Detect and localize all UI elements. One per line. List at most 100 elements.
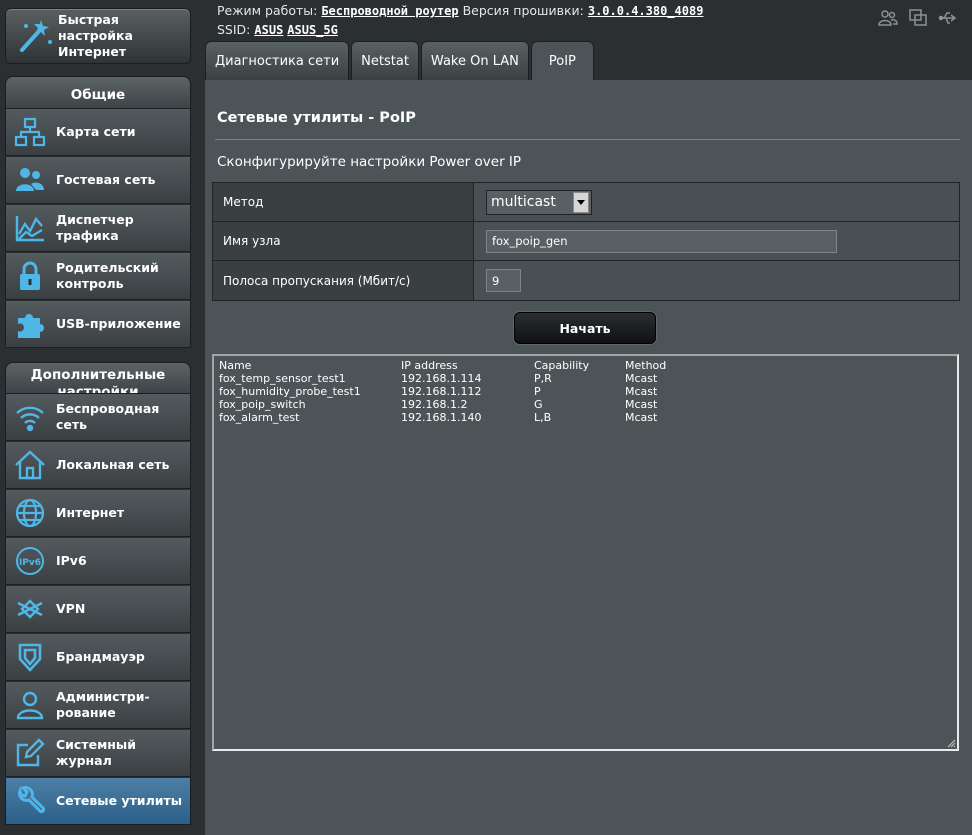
sidebar-item-label: Системный журнал xyxy=(56,737,136,768)
sidebar-item-vpn[interactable]: VPN xyxy=(5,586,191,633)
table-cell: L,B xyxy=(534,411,552,424)
ssid-link-2[interactable]: ASUS_5G xyxy=(287,23,338,37)
mode-link[interactable]: Беспроводной роутер xyxy=(321,4,458,18)
column-header: IP address xyxy=(401,359,458,372)
sidebar-item-label: Локальная сеть xyxy=(56,457,170,472)
firmware-link[interactable]: 3.0.0.4.380_4089 xyxy=(588,4,704,18)
ipv6-icon: IPv6 xyxy=(14,545,46,577)
hostname-label: Имя узла xyxy=(213,222,474,260)
method-selected-value: multicast xyxy=(491,194,556,210)
sidebar-item-label: Родительский контроль xyxy=(56,260,159,291)
quick-setup-label: Быстрая настройка Интернет xyxy=(58,12,133,59)
table-cell: Mcast xyxy=(625,411,658,424)
hostname-input[interactable] xyxy=(486,229,837,253)
globe-icon xyxy=(14,497,46,529)
sidebar-item-lan[interactable]: Локальная сеть xyxy=(5,442,191,489)
bandwidth-row: Полоса пропускания (Мбит/с) xyxy=(213,261,959,300)
sidebar-item-usb-app[interactable]: USB-приложение xyxy=(5,301,191,348)
tab-wake-on-lan[interactable]: Wake On LAN xyxy=(420,41,529,80)
result-header-row: Name IP address Capability Method xyxy=(219,359,666,372)
log-edit-icon xyxy=(14,737,46,769)
sidebar-item-label: Гостевая сеть xyxy=(56,172,156,187)
sidebar-item-traffic-manager[interactable]: Диспетчер трафика xyxy=(5,205,191,252)
sidebar-item-label: Администри-рование xyxy=(56,689,150,720)
copy-icon[interactable] xyxy=(908,8,928,28)
sidebar-item-label: IPv6 xyxy=(56,553,87,568)
table-cell: fox_alarm_test xyxy=(219,411,300,424)
table-cell: Mcast xyxy=(625,398,658,411)
column-header: Method xyxy=(625,359,667,372)
header-icons xyxy=(878,8,958,28)
firmware-label: Версия прошивки: xyxy=(462,3,584,18)
sidebar-item-label: VPN xyxy=(56,601,86,616)
ssid-label: SSID: xyxy=(217,22,251,37)
tab-netstat[interactable]: Netstat xyxy=(351,41,419,80)
sidebar-item-system-log[interactable]: Системный журнал xyxy=(5,730,191,777)
ssid-link-1[interactable]: ASUS xyxy=(254,23,283,37)
method-select[interactable]: multicast xyxy=(486,189,592,215)
column-header: Capability xyxy=(534,359,590,372)
table-cell: fox_temp_sensor_test1 xyxy=(219,372,346,385)
usb-icon[interactable] xyxy=(938,8,958,28)
general-heading: Общие xyxy=(5,76,191,109)
result-table: Name IP address Capability Method fox_temp_s… xyxy=(219,359,666,424)
hostname-row: Имя узла xyxy=(213,222,959,261)
puzzle-icon xyxy=(14,308,46,340)
table-row: fox_temp_sensor_test1 192.168.1.114 P,R Mca… xyxy=(219,372,666,385)
table-cell: 192.168.1.112 xyxy=(401,385,482,398)
table-cell: P,R xyxy=(534,372,552,385)
magic-wand-icon xyxy=(14,16,54,56)
table-row: fox_alarm_test 192.168.1.140 L,B Mcast xyxy=(219,411,666,424)
tab-bar: Диагностика сети Netstat Wake On LAN PoI… xyxy=(205,41,594,80)
table-cell: 192.168.1.114 xyxy=(401,372,482,385)
table-cell: 192.168.1.140 xyxy=(401,411,482,424)
mode-label: Режим работы: xyxy=(217,3,318,18)
sidebar-item-label: Беспроводная сеть xyxy=(56,401,160,432)
sidebar-item-ipv6[interactable]: IPv6 IPv6 xyxy=(5,538,191,585)
sidebar-item-label: USB-приложение xyxy=(56,316,181,331)
svg-text:IPv6: IPv6 xyxy=(19,558,41,568)
sidebar-item-guest-network[interactable]: Гостевая сеть xyxy=(5,157,191,204)
sidebar-item-parental-control[interactable]: Родительский контроль xyxy=(5,253,191,300)
sidebar-item-internet[interactable]: Интернет xyxy=(5,490,191,537)
chevron-down-icon xyxy=(573,191,589,213)
start-button[interactable]: Начать xyxy=(514,312,656,344)
page-title: Сетевые утилиты - PoIP xyxy=(217,110,416,126)
traffic-manager-icon xyxy=(14,212,46,244)
shield-icon xyxy=(14,641,46,673)
admin-user-icon xyxy=(14,689,46,721)
table-cell: G xyxy=(534,398,543,411)
tab-network-diagnostics[interactable]: Диагностика сети xyxy=(205,41,350,80)
method-row: Метод multicast xyxy=(213,183,959,222)
sidebar-item-network-map[interactable]: Карта сети xyxy=(5,109,191,156)
table-row: fox_poip_switch 192.168.1.2 G Mcast xyxy=(219,398,666,411)
sidebar-item-label: Диспетчер трафика xyxy=(56,212,134,243)
resize-grip-icon[interactable] xyxy=(946,738,956,748)
page-description: Сконфигурируйте настройки Power over IP xyxy=(217,154,522,170)
sidebar: Быстрая настройка Интернет Общие Карта с… xyxy=(0,0,196,835)
sidebar-item-network-tools[interactable]: Сетевые утилиты xyxy=(5,778,191,825)
network-map-icon xyxy=(14,116,46,148)
table-cell: Mcast xyxy=(625,372,658,385)
guest-network-icon xyxy=(14,164,46,196)
method-label: Метод xyxy=(213,183,474,221)
clients-icon[interactable] xyxy=(878,8,898,28)
poip-settings-form: Метод multicast Имя узла Полоса пропуска… xyxy=(212,182,960,301)
result-textarea[interactable]: Name IP address Capability Method fox_temp_s… xyxy=(212,354,959,751)
table-cell: fox_humidity_probe_test1 xyxy=(219,385,361,398)
wrench-icon xyxy=(14,785,46,817)
bandwidth-input[interactable] xyxy=(486,269,521,292)
sidebar-item-wireless[interactable]: Беспроводная сеть xyxy=(5,394,191,441)
table-cell: fox_poip_switch xyxy=(219,398,306,411)
vpn-icon xyxy=(14,593,46,625)
wifi-icon xyxy=(14,401,46,433)
quick-setup-button[interactable]: Быстрая настройка Интернет xyxy=(5,8,191,64)
sidebar-item-label: Интернет xyxy=(56,505,125,520)
sidebar-item-administration[interactable]: Администри-рование xyxy=(5,682,191,729)
main-panel: Сетевые утилиты - PoIP Сконфигурируйте н… xyxy=(205,80,972,835)
tab-poip[interactable]: PoIP xyxy=(530,41,594,80)
sidebar-item-label: Сетевые утилиты xyxy=(56,793,183,808)
advanced-heading: Дополнительные настройки xyxy=(5,362,191,394)
sidebar-item-label: Брандмауэр xyxy=(56,649,145,664)
sidebar-item-firewall[interactable]: Брандмауэр xyxy=(5,634,191,681)
